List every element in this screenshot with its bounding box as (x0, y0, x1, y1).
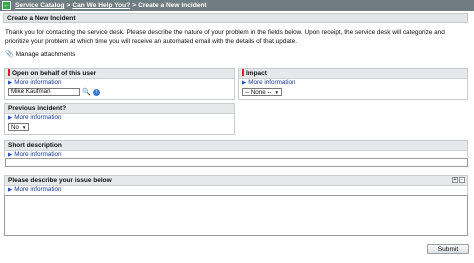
issue-textarea[interactable] (4, 195, 468, 236)
breadcrumb-current: Create a New Incident (138, 2, 207, 9)
required-marker (8, 69, 10, 77)
on-behalf-user-input[interactable]: Mike Kaufman (8, 88, 80, 96)
triangle-icon: ▶ (8, 80, 13, 86)
form-title: Create a New Incident (3, 13, 468, 23)
more-information-link[interactable]: ▶ More information (5, 79, 234, 87)
issue-panel: Please describe your issue below + - ▶ M… (4, 175, 468, 195)
triangle-icon: ▶ (8, 187, 13, 193)
more-information-link[interactable]: ▶ More information (239, 79, 467, 87)
triangle-icon: ▶ (242, 80, 247, 86)
previous-incident-label: Previous incident? (5, 104, 234, 114)
breadcrumb-service-catalog[interactable]: Service Catalog (15, 2, 64, 9)
short-description-input[interactable] (5, 158, 468, 167)
on-behalf-label: Open on behalf of this user (5, 69, 234, 79)
more-information-link[interactable]: ▶ More information (5, 186, 467, 194)
breadcrumb-separator: > (66, 2, 71, 9)
info-icon[interactable]: i (92, 88, 100, 96)
previous-incident-panel: Previous incident? ▶ More information No… (4, 103, 235, 135)
required-marker (242, 69, 244, 77)
triangle-icon: ▶ (8, 115, 13, 121)
short-description-panel: Short description ▶ More information (4, 140, 468, 158)
submit-button[interactable]: Submit (427, 244, 469, 254)
breadcrumb: ← Service Catalog > Can We Help You? > C… (0, 0, 474, 11)
intro-text: Thank you for contacting the service des… (5, 29, 445, 45)
chevron-down-icon: ▼ (21, 124, 27, 130)
short-description-label: Short description (5, 141, 467, 151)
back-icon[interactable]: ← (2, 1, 11, 10)
chevron-down-icon: ▼ (274, 89, 280, 95)
on-behalf-panel: Open on behalf of this user ▶ More infor… (4, 68, 235, 100)
impact-panel: Impact ▶ More information -- None -- ▼ (238, 68, 468, 100)
impact-select[interactable]: -- None -- ▼ (242, 88, 283, 96)
collapse-icon[interactable]: - (459, 177, 465, 183)
expand-icon[interactable]: + (452, 177, 458, 183)
previous-incident-select[interactable]: No ▼ (8, 123, 30, 131)
attachments-label: Manage attachments (15, 50, 76, 58)
breadcrumb-can-we-help[interactable]: Can We Help You? (72, 2, 130, 9)
search-icon[interactable]: 🔍 (82, 88, 91, 96)
breadcrumb-separator: > (132, 2, 137, 9)
paperclip-icon: 📎 (5, 51, 14, 58)
impact-label: Impact (239, 69, 467, 79)
more-information-link[interactable]: ▶ More information (5, 114, 234, 122)
manage-attachments-link[interactable]: 📎 Manage attachments (5, 50, 76, 59)
issue-label: Please describe your issue below + - (5, 176, 467, 186)
